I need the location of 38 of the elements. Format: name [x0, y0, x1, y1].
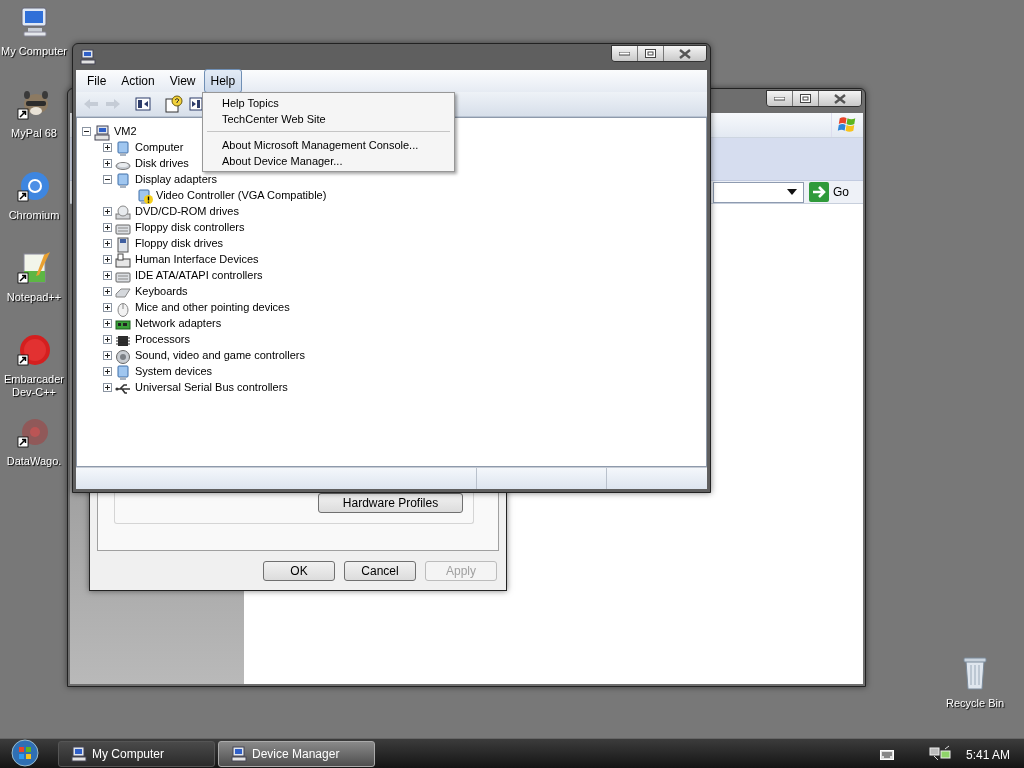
menu-item[interactable]: TechCenter Web Site — [205, 111, 452, 127]
icon-label[interactable]: DataWago. — [6, 455, 62, 468]
tree-item[interactable]: IDE ATA/ATAPI controllers — [135, 266, 263, 284]
go-button[interactable]: Go — [809, 182, 849, 202]
icon-label[interactable]: MyPal 68 — [11, 127, 57, 140]
tree-item[interactable]: Video Controller (VGA Compatible) — [156, 186, 327, 204]
tree-item[interactable]: Display adapters — [135, 170, 217, 188]
menu-item[interactable]: File — [80, 69, 114, 93]
tree-item[interactable]: DVD/CD-ROM drives — [135, 202, 239, 220]
icon-label[interactable]: Recycle Bin — [945, 697, 1005, 710]
taskbar-button[interactable]: My Computer — [58, 741, 215, 767]
menu-item[interactable]: About Device Manager... — [205, 153, 452, 169]
tree-item[interactable]: Human Interface Devices — [135, 250, 259, 268]
tree-item[interactable]: System devices — [135, 362, 213, 380]
menu-item[interactable]: Help — [203, 69, 243, 93]
icon-label[interactable]: Notepad++ — [6, 291, 62, 304]
tree-item[interactable]: Disk drives — [135, 154, 189, 172]
tree-item[interactable]: VM2 — [114, 122, 137, 140]
icon-label[interactable]: Embarcader Dev-C++ — [0, 373, 68, 399]
tree-item[interactable]: Universal Serial Bus controllers — [135, 378, 288, 396]
tree-item[interactable]: Mice and other pointing devices — [135, 298, 290, 316]
icon-label[interactable]: My Computer — [1, 45, 67, 58]
tree-item[interactable]: Keyboards — [135, 282, 188, 300]
taskbar-button[interactable]: Device Manager — [218, 741, 375, 767]
menu-item[interactable]: Action — [114, 69, 162, 93]
dialog-button[interactable]: Cancel — [344, 561, 416, 581]
menu-item[interactable]: View — [162, 69, 203, 93]
tree-item[interactable]: Sound, video and game controllers — [135, 346, 305, 364]
tree-item[interactable]: Floppy disk drives — [135, 234, 224, 252]
dialog-button[interactable]: OK — [263, 561, 335, 581]
hardware-profiles-button[interactable]: Hardware Profiles — [318, 493, 463, 513]
tree-item[interactable]: Floppy disk controllers — [135, 218, 245, 236]
icon-label[interactable]: Chromium — [8, 209, 60, 222]
tree-item[interactable]: Computer — [135, 138, 184, 156]
clock[interactable]: 5:41 AM — [966, 746, 1011, 764]
tree-item[interactable]: Network adapters — [135, 314, 222, 332]
tree-item[interactable]: Processors — [135, 330, 191, 348]
menu-item[interactable]: About Microsoft Management Console... — [205, 137, 452, 153]
